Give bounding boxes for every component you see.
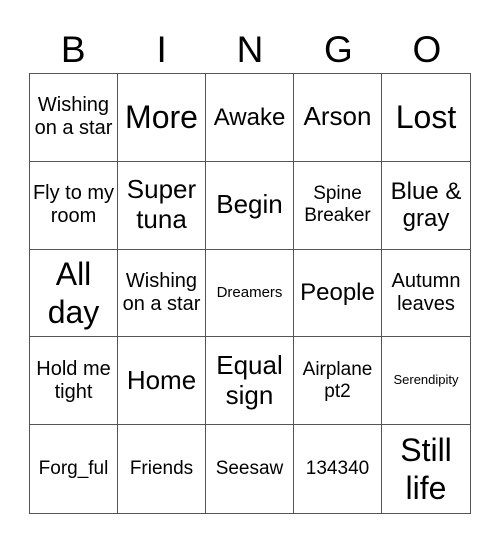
- cell-text: Still life: [400, 431, 452, 507]
- bingo-cell[interactable]: People: [294, 249, 382, 338]
- bingo-cell[interactable]: Airplane pt2: [294, 337, 382, 426]
- bingo-cell[interactable]: Awake: [206, 74, 294, 162]
- header-letter-n: N: [236, 29, 264, 70]
- cell-text: Wishing on a star: [122, 269, 201, 315]
- bingo-cell[interactable]: Wishing on a star: [30, 74, 118, 162]
- bingo-cell[interactable]: All day: [30, 249, 118, 338]
- bingo-cell[interactable]: Seesaw: [206, 425, 294, 513]
- cell-text: Wishing on a star: [34, 94, 113, 140]
- cell-text: Forg_ful: [38, 458, 109, 480]
- cell-text: Serendipity: [393, 372, 459, 388]
- cell-text: 134340: [305, 458, 370, 480]
- bingo-cell[interactable]: Hold me tight: [30, 337, 118, 426]
- cell-text: All day: [47, 255, 100, 330]
- bingo-cell[interactable]: Friends: [118, 425, 206, 513]
- cell-text: Equal sign: [216, 349, 283, 410]
- cell-text: People: [300, 279, 375, 307]
- bingo-cell[interactable]: Wishing on a star: [118, 249, 206, 338]
- cell-text: Awake: [213, 103, 286, 131]
- cell-text: Autumn leaves: [391, 269, 461, 315]
- cell-text: More: [125, 99, 198, 136]
- header-letter-b: B: [60, 29, 86, 70]
- bingo-cell[interactable]: Begin: [206, 161, 294, 250]
- bingo-header: B I N G O: [29, 28, 471, 72]
- cell-text: Super tuna: [126, 174, 197, 235]
- cell-text: Spine Breaker: [304, 183, 371, 227]
- bingo-cell[interactable]: Serendipity: [382, 337, 470, 426]
- bingo-cell[interactable]: More: [118, 74, 206, 162]
- cell-text: Hold me tight: [36, 357, 111, 403]
- cell-text: Seesaw: [215, 458, 284, 480]
- cell-text: Airplane pt2: [302, 358, 373, 402]
- bingo-cell[interactable]: Super tuna: [118, 161, 206, 250]
- bingo-cell[interactable]: Arson: [294, 74, 382, 162]
- cell-text: Begin: [216, 189, 283, 220]
- cell-text: Blue & gray: [390, 177, 462, 233]
- header-letter-i: I: [156, 29, 167, 70]
- cell-text: Friends: [129, 458, 194, 480]
- cell-text: Fly to my room: [32, 182, 115, 228]
- header-letter-o: O: [412, 29, 442, 70]
- bingo-cell[interactable]: Autumn leaves: [382, 250, 470, 338]
- bingo-cell[interactable]: Equal sign: [206, 337, 294, 426]
- bingo-cell[interactable]: 134340: [294, 425, 382, 513]
- bingo-cell[interactable]: Fly to my room: [30, 161, 118, 250]
- cell-text: Lost: [395, 99, 457, 136]
- cell-text: Dreamers: [216, 284, 283, 302]
- bingo-cell[interactable]: Forg_ful: [30, 425, 118, 513]
- bingo-cell[interactable]: Lost: [382, 74, 470, 162]
- bingo-grid: Wishing on a star More Awake Arson Lost …: [29, 73, 471, 514]
- bingo-cell[interactable]: Still life: [382, 425, 470, 513]
- cell-text: Arson: [303, 101, 372, 132]
- bingo-cell[interactable]: Home: [118, 337, 206, 426]
- bingo-cell[interactable]: Spine Breaker: [294, 161, 382, 250]
- cell-text: Home: [126, 364, 197, 395]
- header-letter-g: G: [324, 29, 353, 70]
- bingo-cell[interactable]: Blue & gray: [382, 162, 470, 250]
- bingo-cell[interactable]: Dreamers: [206, 249, 294, 338]
